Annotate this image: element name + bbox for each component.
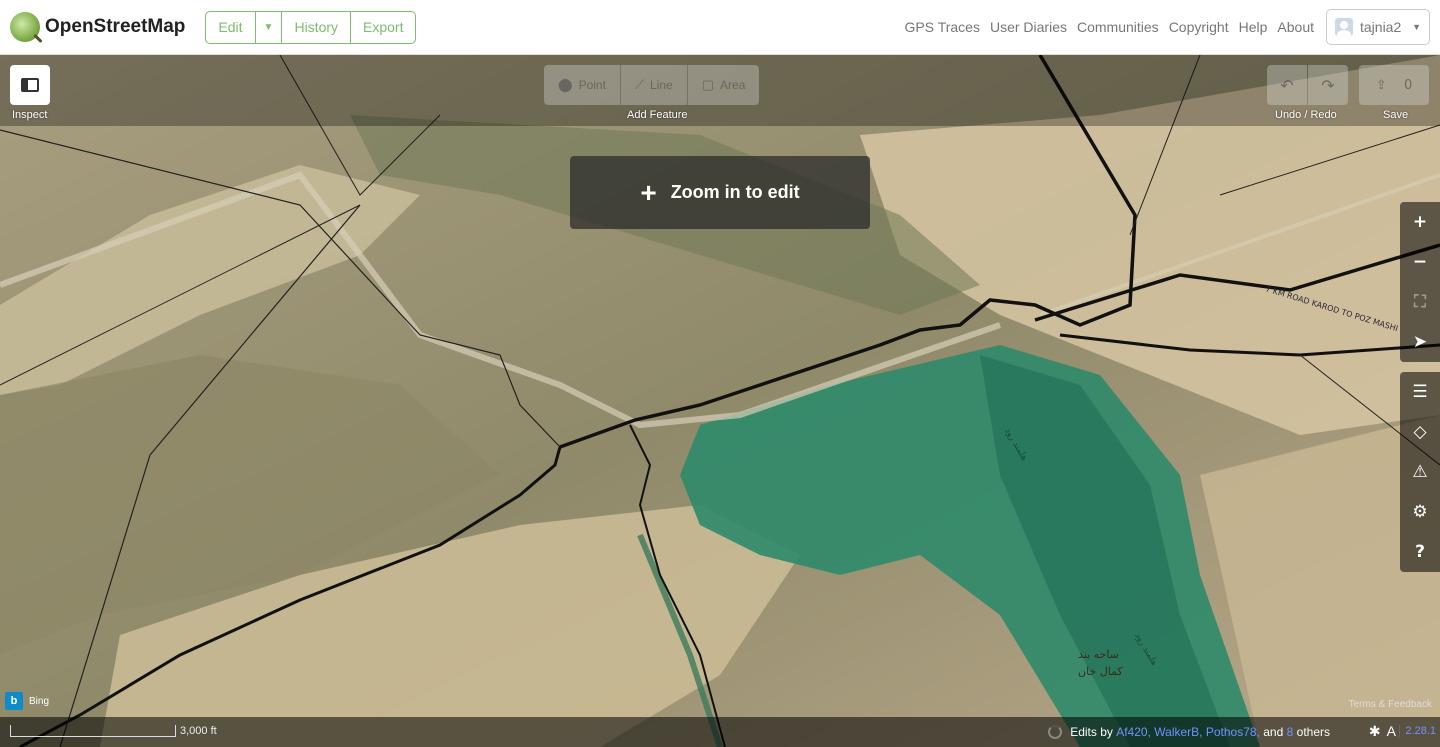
undo-redo-label: Undo / Redo [1275, 109, 1337, 121]
geolocate-button[interactable]: ➤ [1400, 322, 1440, 362]
map-data-button[interactable]: ◇ [1400, 412, 1440, 452]
zoom-notice-text: Zoom in to edit [670, 182, 800, 202]
user-gear-icon: ⚙ [1412, 502, 1428, 522]
upload-icon: ⇪ [1375, 77, 1387, 93]
sidebar-toggle-icon [21, 78, 39, 92]
undo-redo-group: ↶ ↷ [1267, 65, 1348, 105]
imagery-attribution[interactable]: b Bing [5, 692, 49, 710]
contributor-link[interactable]: Af420, [1116, 725, 1151, 739]
osm-logo-icon [10, 12, 40, 42]
place-label-2: کمال خان [1078, 665, 1123, 678]
plus-icon: + [1412, 212, 1428, 232]
nav-copyright[interactable]: Copyright [1169, 19, 1229, 35]
inspect-button[interactable] [10, 65, 50, 105]
add-line-button[interactable]: ⟋ Line [620, 65, 688, 105]
export-button[interactable]: Export [351, 12, 415, 43]
save-count: 0 [1404, 77, 1413, 93]
minus-icon: − [1412, 252, 1428, 272]
point-label: Point [578, 78, 606, 92]
area-icon: ▢ [701, 77, 715, 92]
top-nav: GPS Traces User Diaries Communities Copy… [895, 9, 1440, 45]
map-footer: 3,000 ft Edits by Af420, WalkerB, Pothos… [0, 717, 1440, 747]
scale-bar[interactable] [10, 725, 176, 737]
area-label: Area [720, 78, 746, 92]
and-label: and [1263, 725, 1284, 739]
others-label: others [1296, 725, 1330, 739]
data-shapes-icon: ◇ [1413, 422, 1427, 442]
history-button[interactable]: History [282, 11, 352, 43]
avatar [1335, 18, 1353, 36]
scale-label: 3,000 ft [180, 725, 217, 737]
add-area-button[interactable]: ▢ Area [687, 65, 760, 105]
background-button[interactable]: ☰ [1400, 372, 1440, 412]
edits-by-label: Edits by [1070, 725, 1113, 739]
inspect-label: Inspect [12, 109, 48, 121]
edit-attribution: Edits by Af420, WalkerB, Pothos78, and 8… [1048, 725, 1330, 739]
footer-icons: ✱ A [1369, 723, 1396, 740]
bug-icon[interactable]: ✱ [1369, 723, 1381, 740]
translate-icon[interactable]: A [1387, 723, 1396, 740]
zoom-in-to-edit-button[interactable]: + Zoom in to edit [570, 156, 870, 229]
chevron-down-icon: ▼ [1412, 22, 1421, 32]
point-icon: ⬤ [558, 77, 573, 92]
add-feature-label: Add Feature [627, 109, 688, 121]
loading-spinner-icon [1048, 725, 1063, 739]
redo-icon: ↷ [1321, 75, 1335, 95]
map-controls: + − ⛶ ➤ [1400, 202, 1440, 362]
contributor-link[interactable]: Pothos78, [1206, 725, 1260, 739]
zoom-in-button[interactable]: + [1400, 202, 1440, 242]
nav-gps-traces[interactable]: GPS Traces [905, 19, 980, 35]
preferences-button[interactable]: ⚙ [1400, 492, 1440, 532]
undo-button[interactable]: ↶ [1267, 65, 1307, 105]
location-arrow-icon: ➤ [1412, 332, 1428, 352]
brand-name: OpenStreetMap [45, 16, 186, 37]
help-icon: ? [1415, 542, 1425, 562]
user-menu-button[interactable]: tajnia2 ▼ [1326, 9, 1430, 45]
add-point-button[interactable]: ⬤ Point [544, 65, 621, 105]
frame-icon: ⛶ [1414, 292, 1426, 312]
zoom-out-button[interactable]: − [1400, 242, 1440, 282]
map-canvas[interactable]: 7 KM ROAD KAROD TO POZ MASHI هلمند رود ه… [0, 55, 1440, 747]
line-icon: ⟋ [634, 77, 645, 92]
edit-button-group: Edit ▼ History Export [205, 10, 417, 44]
imagery-provider: Bing [29, 695, 50, 707]
bing-logo-icon: b [5, 692, 23, 710]
issues-button[interactable]: ⚠ [1400, 452, 1440, 492]
save-label: Save [1383, 109, 1409, 121]
add-feature-group: ⬤ Point ⟋ Line ▢ Area [544, 65, 760, 105]
warning-icon: ⚠ [1412, 462, 1428, 482]
undo-icon: ↶ [1280, 75, 1294, 95]
terms-feedback-link[interactable]: Terms & Feedback [1349, 699, 1432, 710]
brand[interactable]: OpenStreetMap [10, 12, 185, 42]
line-label: Line [650, 78, 673, 92]
edit-dropdown-chevron-down-icon[interactable]: ▼ [256, 11, 283, 43]
username: tajnia2 [1360, 19, 1402, 35]
others-count-link[interactable]: 8 [1287, 725, 1294, 739]
layers-icon: ☰ [1412, 382, 1428, 402]
contributor-link[interactable]: WalkerB, [1154, 725, 1202, 739]
plus-icon: + [640, 176, 657, 208]
nav-about[interactable]: About [1277, 19, 1314, 35]
help-button[interactable]: ? [1400, 532, 1440, 572]
version-link[interactable]: 2.28.1 [1399, 725, 1436, 737]
nav-communities[interactable]: Communities [1077, 19, 1159, 35]
save-button[interactable]: ⇪ 0 [1359, 65, 1429, 105]
panel-controls: ☰ ◇ ⚠ ⚙ ? [1400, 372, 1440, 572]
edit-button[interactable]: Edit [206, 11, 256, 43]
redo-button[interactable]: ↷ [1308, 65, 1348, 105]
zoom-to-selection-button[interactable]: ⛶ [1400, 282, 1440, 322]
nav-user-diaries[interactable]: User Diaries [990, 19, 1067, 35]
site-header: OpenStreetMap Edit ▼ History Export GPS … [0, 0, 1440, 55]
place-label-1: ساحه بند [1078, 648, 1119, 661]
nav-help[interactable]: Help [1239, 19, 1268, 35]
